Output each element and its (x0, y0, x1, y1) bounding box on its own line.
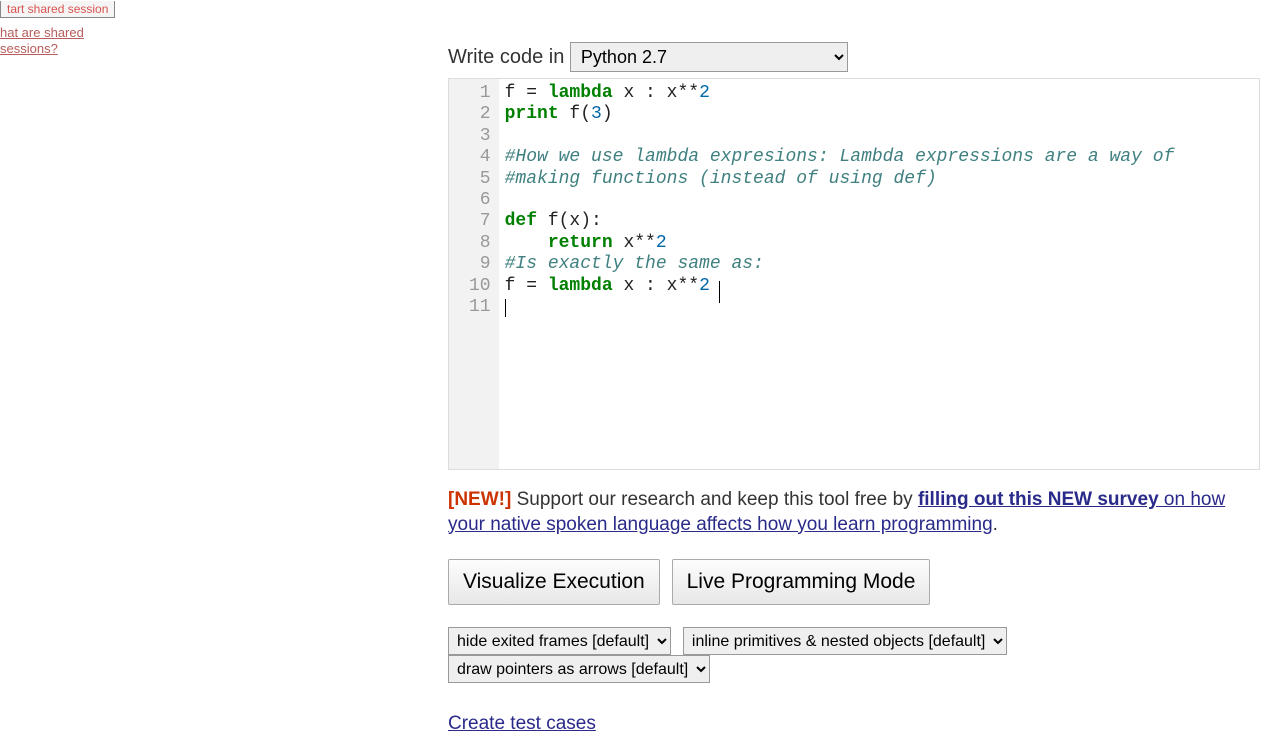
create-test-cases-link[interactable]: Create test cases (448, 713, 596, 735)
notice-pretext: Support our research and keep this tool … (511, 489, 918, 510)
action-buttons: Visualize Execution Live Programming Mod… (448, 559, 1260, 605)
visualize-button[interactable]: Visualize Execution (448, 559, 660, 605)
survey-link[interactable]: filling out this NEW survey (918, 489, 1159, 510)
code-editor[interactable]: 1 2 3 4 5 6 7 8 9 10 11 f = lambda x : x… (448, 78, 1260, 470)
pointers-select[interactable]: draw pointers as arrows [default] (448, 655, 710, 683)
language-label: Write code in (448, 46, 564, 68)
language-row: Write code in Python 2.7 (448, 42, 1260, 72)
shared-sessions-help-link[interactable]: hat are shared sessions? (0, 25, 84, 56)
start-shared-session-button[interactable]: tart shared session (0, 1, 115, 18)
options-row: hide exited frames [default] inline prim… (448, 627, 1260, 683)
new-badge: [NEW!] (448, 489, 511, 510)
main-content: Write code in Python 2.7 1 2 3 4 5 6 7 8… (448, 0, 1260, 735)
code-area[interactable]: f = lambda x : x**2 print f(3) #How we u… (499, 79, 1259, 469)
survey-notice: [NEW!] Support our research and keep thi… (448, 488, 1260, 537)
line-gutter: 1 2 3 4 5 6 7 8 9 10 11 (449, 79, 499, 469)
frames-select[interactable]: hide exited frames [default] (448, 627, 671, 655)
secondary-cursor (719, 281, 720, 303)
language-select[interactable]: Python 2.7 (570, 42, 848, 72)
inline-select[interactable]: inline primitives & nested objects [defa… (683, 627, 1007, 655)
sidebar: tart shared session hat are shared sessi… (0, 0, 130, 56)
live-mode-button[interactable]: Live Programming Mode (672, 559, 931, 605)
text-cursor (505, 299, 506, 317)
